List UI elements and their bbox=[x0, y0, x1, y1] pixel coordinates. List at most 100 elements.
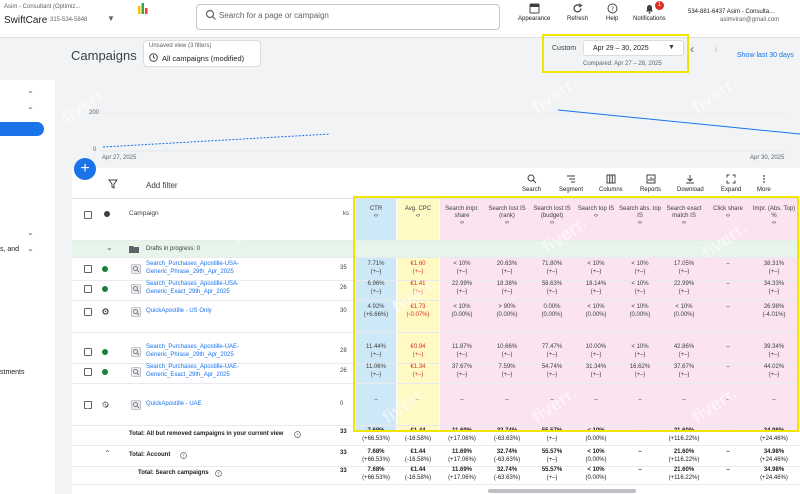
cell-value: 55.57% bbox=[541, 467, 563, 473]
campaign-name-line2: Generic_Phrase_29th_Apr_2025 bbox=[146, 269, 234, 275]
chevron-left-icon[interactable]: ‹ bbox=[690, 42, 694, 56]
cell-change: (+24.46%) bbox=[760, 475, 788, 481]
account-name[interactable]: SwiftCare bbox=[4, 15, 47, 26]
account-dropdown-icon[interactable]: ▼ bbox=[107, 14, 115, 23]
cell-value: 34.98% bbox=[763, 467, 785, 473]
total-cell: – bbox=[706, 466, 750, 474]
cell-value: – bbox=[638, 467, 642, 473]
row-checkbox[interactable] bbox=[84, 368, 92, 376]
nav-item-label[interactable]: s, and bbox=[0, 246, 19, 253]
partial-cell: 33 bbox=[340, 429, 347, 435]
campaign-name-link[interactable]: Search_Purchases_Apostille-USA- Generic_E… bbox=[146, 280, 239, 296]
view-name: All campaigns (modified) bbox=[162, 54, 245, 63]
filter-icon[interactable] bbox=[108, 179, 118, 189]
show-last-30-days-link[interactable]: Show last 30 days bbox=[737, 52, 794, 59]
total-cell: €1.44 (-16.58%) bbox=[397, 466, 439, 482]
google-ads-logo-icon bbox=[138, 3, 148, 14]
search-button[interactable]: Search bbox=[522, 174, 541, 193]
select-all-checkbox[interactable] bbox=[84, 211, 92, 219]
view-subtitle: Unsaved view (3 filters) bbox=[149, 43, 212, 49]
campaign-name-line1: QuickApostille - UAE bbox=[146, 401, 202, 407]
cell-change: (+17.06%) bbox=[448, 457, 476, 463]
columns-icon bbox=[606, 174, 616, 184]
cell-value: 11.69% bbox=[451, 449, 473, 455]
date-range-value: Apr 29 – 30, 2025 bbox=[593, 45, 649, 52]
chevron-up-icon[interactable]: ⌃ bbox=[27, 248, 34, 257]
appearance-button[interactable]: Appearance bbox=[518, 3, 550, 22]
total-cell: < 10% (0.00%) bbox=[574, 448, 618, 464]
add-campaign-button[interactable]: + bbox=[74, 158, 96, 180]
drafts-label: Drafts in progress: 0 bbox=[146, 246, 201, 252]
download-button[interactable]: Download bbox=[677, 174, 704, 193]
total-cell: 21.60% (+116.22%) bbox=[662, 466, 706, 482]
partial-cell: 26 bbox=[340, 285, 347, 291]
row-checkbox[interactable] bbox=[84, 285, 92, 293]
help-icon[interactable]: ? bbox=[180, 452, 187, 459]
status-enabled-icon[interactable] bbox=[102, 286, 108, 292]
row-checkbox[interactable] bbox=[84, 265, 92, 273]
cell-value: – bbox=[638, 449, 642, 455]
total-cell: 7.68% (+66.53%) bbox=[356, 466, 396, 482]
chevron-down-icon[interactable]: ⌄ bbox=[27, 86, 34, 95]
status-enabled-icon[interactable] bbox=[102, 369, 108, 375]
chart-axis-label: 0 bbox=[93, 147, 97, 153]
cell-value: – bbox=[726, 467, 730, 473]
date-type-label: Custom bbox=[552, 45, 577, 52]
reports-label: Reports bbox=[640, 187, 662, 193]
total-cell: 55.57% (+–) bbox=[530, 466, 574, 482]
nav-item-label[interactable]: stments bbox=[0, 369, 25, 376]
cell-value: < 10% bbox=[587, 467, 605, 473]
help-icon[interactable]: ? bbox=[215, 470, 222, 477]
total-cell: 11.69% (+17.06%) bbox=[440, 448, 484, 464]
cell-change: (+–) bbox=[546, 457, 558, 463]
chevron-up-icon[interactable]: ⌃ bbox=[27, 106, 34, 115]
expand-button[interactable]: Expand bbox=[721, 174, 741, 193]
cell-change: (-16.58%) bbox=[404, 475, 432, 481]
status-enabled-icon[interactable] bbox=[102, 266, 108, 272]
help-icon[interactable]: ? bbox=[294, 431, 301, 438]
cell-value: €1.44 bbox=[410, 449, 426, 455]
total-cell: 34.98% (+24.46%) bbox=[750, 448, 798, 464]
chevron-down-icon[interactable]: ⌄ bbox=[27, 228, 34, 237]
row-checkbox[interactable] bbox=[84, 308, 92, 316]
expand-icon bbox=[726, 174, 736, 184]
segment-button[interactable]: Segment bbox=[559, 174, 583, 193]
refresh-icon bbox=[573, 3, 583, 13]
status-paused-icon[interactable] bbox=[102, 308, 109, 315]
cell-change: (-63.63%) bbox=[493, 475, 521, 481]
chevron-down-icon[interactable]: ⌄ bbox=[106, 243, 113, 252]
search-campaign-icon bbox=[131, 367, 141, 377]
campaign-column-header[interactable]: Campaign bbox=[129, 210, 159, 217]
campaign-name-link[interactable]: QuickApostille - US Only bbox=[146, 307, 212, 315]
horizontal-scrollbar[interactable] bbox=[488, 489, 636, 493]
help-label: Help bbox=[606, 16, 619, 22]
expand-label: Expand bbox=[721, 187, 742, 193]
cell-value: 7.68% bbox=[367, 449, 385, 455]
campaign-name-line2: Generic_Phrase_29th_Apr_2025 bbox=[146, 352, 234, 358]
cell-change: (+66.53%) bbox=[362, 475, 390, 481]
campaign-name-link[interactable]: Search_Purchases_Apostille-UAE- Generic_E… bbox=[146, 363, 239, 379]
campaign-name-link[interactable]: QuickApostille - UAE bbox=[146, 400, 202, 408]
more-label: More bbox=[757, 187, 771, 193]
search-campaign-icon bbox=[131, 400, 141, 410]
campaign-name-link[interactable]: Search_Purchases_Apostille-UAE- Generic_P… bbox=[146, 343, 239, 359]
help-button[interactable]: ? Help bbox=[606, 3, 618, 22]
chevron-up-icon[interactable]: ⌃ bbox=[104, 449, 111, 458]
user-account-id[interactable]: 534-881-6437 Asim - Consulta... bbox=[688, 9, 774, 15]
reports-button[interactable]: Reports bbox=[640, 174, 661, 193]
refresh-button[interactable]: Refresh bbox=[567, 3, 588, 22]
account-path[interactable]: Asim - Consultant (Optimiz... bbox=[4, 4, 80, 10]
campaign-name-link[interactable]: Search_Purchases_Apostille-USA- Generic_P… bbox=[146, 260, 239, 276]
nav-item-selected[interactable] bbox=[0, 122, 44, 136]
columns-button[interactable]: Columns bbox=[599, 174, 623, 193]
row-checkbox[interactable] bbox=[84, 348, 92, 356]
status-enabled-icon[interactable] bbox=[102, 349, 108, 355]
chart-date-start: Apr 27, 2025 bbox=[102, 155, 137, 161]
add-filter-button[interactable]: Add filter bbox=[146, 181, 178, 190]
partial-cell: 0 bbox=[340, 401, 344, 407]
search-placeholder: Search for a page or campaign bbox=[219, 11, 329, 20]
partial-column-header: ks bbox=[343, 211, 349, 217]
page-title: Campaigns bbox=[71, 48, 137, 63]
chevron-right-icon[interactable]: › bbox=[714, 42, 718, 56]
more-button[interactable]: More bbox=[757, 174, 771, 193]
